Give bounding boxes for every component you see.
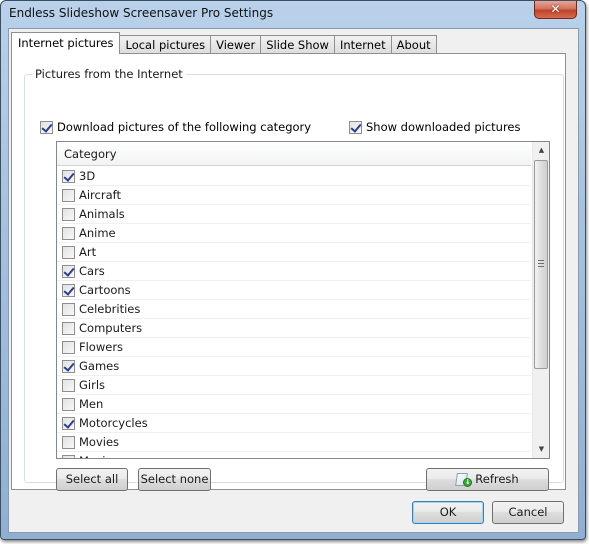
category-checkbox[interactable]	[62, 188, 75, 202]
settings-window: Endless Slideshow Screensaver Pro Settin…	[0, 0, 586, 540]
category-checkbox[interactable]	[62, 245, 75, 259]
category-list-item[interactable]: Music	[57, 452, 531, 458]
category-label: Motorcycles	[79, 416, 148, 430]
category-label: Celebrities	[79, 302, 141, 316]
download-pictures-checkbox[interactable]	[40, 120, 53, 134]
category-list[interactable]: Category 3D Aircraft Animals Anime Art Cars Ca…	[56, 141, 550, 459]
category-checkbox[interactable]	[62, 264, 75, 278]
list-scrollbar[interactable]: ▲ ▼	[532, 142, 549, 458]
category-list-item[interactable]: Celebrities	[57, 300, 531, 319]
category-list-item[interactable]: Anime	[57, 224, 531, 243]
category-label: Art	[79, 245, 97, 259]
scroll-up-arrow-icon[interactable]: ▲	[533, 142, 549, 159]
refresh-label: Refresh	[475, 472, 519, 486]
category-label: Movies	[79, 435, 120, 449]
category-list-item[interactable]: 3D	[57, 167, 531, 186]
close-button[interactable]: ✕	[534, 1, 577, 19]
category-checkbox[interactable]	[62, 207, 75, 221]
dialog-client-area: Internet pictures Local pictures Viewer …	[8, 28, 579, 533]
refresh-download-icon: ↓	[455, 472, 473, 487]
tab-slide-show[interactable]: Slide Show	[260, 35, 335, 54]
category-list-item[interactable]: Games	[57, 357, 531, 376]
download-pictures-checkbox-row[interactable]: Download pictures of the following categ…	[40, 120, 311, 134]
category-checkbox[interactable]	[62, 302, 75, 316]
category-label: Cartoons	[79, 283, 131, 297]
category-checkbox[interactable]	[62, 283, 75, 297]
category-checkbox[interactable]	[62, 435, 75, 449]
category-label: Games	[79, 359, 120, 373]
category-list-item[interactable]: Cartoons	[57, 281, 531, 300]
category-list-item[interactable]: Aircraft	[57, 186, 531, 205]
category-checkbox[interactable]	[62, 454, 75, 458]
tab-about[interactable]: About	[390, 35, 437, 54]
category-label: Music	[79, 454, 112, 458]
category-label: Men	[79, 397, 104, 411]
select-none-button[interactable]: Select none	[138, 468, 211, 491]
category-label: Animals	[79, 207, 125, 221]
tab-panel-internet-pictures: Pictures from the Internet Download pict…	[11, 53, 566, 491]
download-pictures-label: Download pictures of the following categ…	[57, 120, 312, 134]
show-downloaded-checkbox[interactable]	[349, 120, 362, 134]
tab-local-pictures[interactable]: Local pictures	[119, 35, 212, 54]
category-checkbox[interactable]	[62, 397, 75, 411]
category-checkbox[interactable]	[62, 226, 75, 240]
category-label: Flowers	[79, 340, 124, 354]
ok-button[interactable]: OK	[412, 501, 484, 524]
category-list-item[interactable]: Girls	[57, 376, 531, 395]
tab-internet[interactable]: Internet	[333, 35, 392, 54]
select-all-button[interactable]: Select all	[56, 468, 128, 491]
category-label: Girls	[79, 378, 106, 392]
category-checkbox[interactable]	[62, 321, 75, 335]
cancel-button[interactable]: Cancel	[492, 501, 564, 524]
category-label: Aircraft	[79, 188, 121, 202]
tab-strip: Internet pictures Local pictures Viewer …	[11, 32, 437, 54]
category-list-item[interactable]: Movies	[57, 433, 531, 452]
category-checkbox[interactable]	[62, 416, 75, 430]
category-checkbox[interactable]	[62, 340, 75, 354]
category-list-item[interactable]: Computers	[57, 319, 531, 338]
category-list-item[interactable]: Motorcycles	[57, 414, 531, 433]
category-label: Cars	[79, 264, 105, 278]
category-label: 3D	[79, 169, 96, 183]
category-list-item[interactable]: Animals	[57, 205, 531, 224]
scroll-down-arrow-icon[interactable]: ▼	[533, 441, 549, 458]
category-rows: 3D Aircraft Animals Anime Art Cars Cartoons Cel…	[57, 167, 531, 458]
category-list-item[interactable]: Cars	[57, 262, 531, 281]
title-bar[interactable]: Endless Slideshow Screensaver Pro Settin…	[1, 1, 585, 27]
refresh-button[interactable]: ↓ Refresh	[426, 468, 549, 491]
close-icon: ✕	[550, 2, 561, 16]
tab-internet-pictures[interactable]: Internet pictures	[11, 32, 121, 54]
show-downloaded-checkbox-row[interactable]: Show downloaded pictures	[349, 120, 520, 134]
show-downloaded-label: Show downloaded pictures	[366, 120, 521, 134]
group-label: Pictures from the Internet	[32, 67, 186, 81]
window-title: Endless Slideshow Screensaver Pro Settin…	[9, 6, 274, 20]
category-list-item[interactable]: Flowers	[57, 338, 531, 357]
category-label: Computers	[79, 321, 143, 335]
tab-viewer[interactable]: Viewer	[210, 35, 262, 54]
category-checkbox[interactable]	[62, 359, 75, 373]
category-list-item[interactable]: Men	[57, 395, 531, 414]
category-list-item[interactable]: Art	[57, 243, 531, 262]
category-label: Anime	[79, 226, 116, 240]
category-checkbox[interactable]	[62, 169, 75, 183]
category-checkbox[interactable]	[62, 378, 75, 392]
scroll-thumb[interactable]	[534, 160, 548, 369]
category-column-header[interactable]: Category	[57, 142, 531, 166]
grip-icon	[538, 260, 544, 269]
